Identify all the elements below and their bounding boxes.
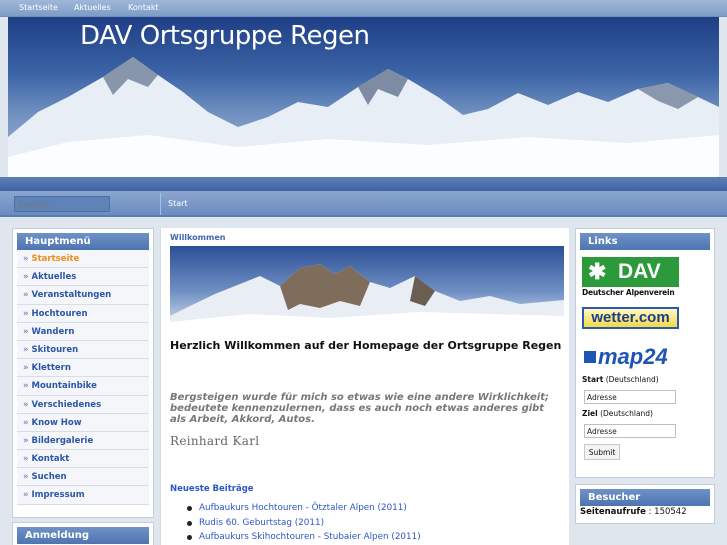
sidebar-item-startseite[interactable]: » Startseite bbox=[17, 250, 149, 269]
chevron-icon: » bbox=[23, 363, 29, 374]
quote-author: Reinhard Karl bbox=[170, 434, 260, 448]
topnav-aktuelles[interactable]: Aktuelles bbox=[74, 3, 111, 12]
header-banner: DAV Ortsgruppe Regen bbox=[8, 17, 719, 177]
sidebar-item-label: Klettern bbox=[31, 363, 71, 374]
chevron-icon: » bbox=[23, 326, 29, 337]
sidebar-item-veranstaltungen[interactable]: » Veranstaltungen bbox=[17, 286, 149, 305]
submit-button[interactable]: Submit bbox=[584, 444, 620, 460]
sidebar-item-label: Verschiedenes bbox=[31, 399, 102, 410]
dav-logo-text: DAV bbox=[618, 260, 661, 283]
chevron-icon: » bbox=[23, 254, 29, 264]
edelweiss-icon: ✱ bbox=[588, 259, 607, 284]
sidebar-item-bildergalerie[interactable]: » Bildergalerie bbox=[17, 431, 149, 451]
links-title: Links bbox=[580, 233, 710, 250]
latest-posts-list: Aufbaukurs Hochtouren - Ötztaler Alpen (… bbox=[187, 503, 421, 545]
section-label[interactable]: Willkommen bbox=[170, 233, 225, 242]
breadcrumb[interactable]: Start bbox=[168, 199, 188, 208]
sidebar-item-klettern[interactable]: » Klettern bbox=[17, 359, 149, 378]
sidebar-item-mountainbike[interactable]: » Mountainbike bbox=[17, 377, 149, 396]
sidebar-item-know-how[interactable]: » Know How bbox=[17, 413, 149, 432]
sidebar-item-label: Know How bbox=[31, 417, 82, 428]
links-panel: Links ✱ DAV Deutscher Alpenverein wetter… bbox=[575, 228, 715, 478]
sidebar-item-impressum[interactable]: » Impressum bbox=[17, 486, 149, 505]
chevron-icon: » bbox=[23, 344, 29, 355]
main-content: Willkommen Herzlich Willkommen auf der H… bbox=[160, 228, 569, 545]
map24-square-icon bbox=[584, 351, 596, 363]
sidebar-item-label: Bildergalerie bbox=[31, 435, 94, 446]
ziel-address-input[interactable] bbox=[584, 424, 676, 438]
mountain-banner-image bbox=[170, 246, 564, 322]
chevron-icon: » bbox=[23, 435, 29, 446]
start-label: Start (Deutschland) bbox=[582, 375, 659, 384]
sidebar-item-label: Wandern bbox=[31, 326, 75, 337]
map24-logo[interactable]: map24 bbox=[584, 344, 668, 370]
sidebar-item-wandern[interactable]: » Wandern bbox=[17, 322, 149, 341]
sidebar-item-label: Startseite bbox=[31, 254, 80, 264]
map24-logo-text: map24 bbox=[598, 344, 668, 369]
chevron-icon: » bbox=[23, 290, 29, 301]
sidebar-item-label: Veranstaltungen bbox=[31, 290, 112, 301]
page-title: Herzlich Willkommen auf der Homepage der… bbox=[170, 339, 562, 352]
site-title: DAV Ortsgruppe Regen bbox=[80, 21, 370, 51]
sidebar-item-skitouren[interactable]: » Skitouren bbox=[17, 340, 149, 360]
main-menu-panel: Hauptmenü » Startseite » Aktuelles » Verans… bbox=[12, 228, 154, 518]
sidebar-item-suchen[interactable]: » Suchen bbox=[17, 468, 149, 487]
login-panel: Anmeldung bbox=[12, 522, 154, 545]
list-item[interactable]: Aufbaukurs Hochtouren - Ötztaler Alpen (… bbox=[187, 503, 421, 513]
ziel-label: Ziel (Deutschland) bbox=[582, 409, 653, 418]
top-navigation: Startseite Aktuelles Kontakt bbox=[0, 0, 727, 17]
list-item[interactable]: Rudis 60. Geburtstag (2011) bbox=[187, 518, 421, 528]
sidebar-item-label: Hochtouren bbox=[31, 308, 88, 319]
sidebar-item-label: Suchen bbox=[31, 472, 67, 483]
start-address-input[interactable] bbox=[584, 390, 676, 404]
topnav-kontakt[interactable]: Kontakt bbox=[128, 3, 159, 12]
sidebar-item-label: Kontakt bbox=[31, 454, 70, 465]
login-title: Anmeldung bbox=[17, 527, 149, 544]
search-input[interactable] bbox=[14, 196, 110, 212]
chevron-icon: » bbox=[23, 472, 29, 483]
list-item[interactable]: Aufbaukurs Skihochtouren - Stubaier Alpe… bbox=[187, 532, 421, 542]
chevron-icon: » bbox=[23, 272, 29, 283]
visitor-title: Besucher bbox=[580, 489, 710, 506]
chevron-icon: » bbox=[23, 308, 29, 319]
visitor-panel: Besucher Seitenaufrufe : 150542 bbox=[575, 484, 715, 524]
sidebar-item-label: Aktuelles bbox=[31, 272, 77, 283]
chevron-icon: » bbox=[23, 399, 29, 410]
dav-logo: ✱ DAV bbox=[582, 257, 679, 287]
sidebar-item-label: Mountainbike bbox=[31, 381, 97, 392]
divider bbox=[160, 193, 161, 215]
header-divider bbox=[0, 177, 727, 191]
main-menu: » Startseite » Aktuelles » Veranstaltungen … bbox=[17, 250, 149, 505]
dav-logo-subtitle: Deutscher Alpenverein bbox=[582, 288, 675, 297]
chevron-icon: » bbox=[23, 490, 29, 501]
sidebar-item-kontakt[interactable]: » Kontakt bbox=[17, 450, 149, 469]
chevron-icon: » bbox=[23, 417, 29, 428]
sidebar-item-label: Impressum bbox=[31, 490, 85, 501]
sidebar-item-verschiedenes[interactable]: » Verschiedenes bbox=[17, 395, 149, 414]
latest-posts-title: Neueste Beiträge bbox=[170, 484, 254, 494]
chevron-icon: » bbox=[23, 454, 29, 465]
topnav-startseite[interactable]: Startseite bbox=[19, 3, 58, 12]
sidebar-item-label: Skitouren bbox=[31, 344, 79, 355]
quote-text: Bergsteigen wurde für mich so etwas wie … bbox=[170, 392, 549, 425]
chevron-icon: » bbox=[23, 381, 29, 392]
page-views-counter: Seitenaufrufe : 150542 bbox=[580, 507, 687, 517]
dav-logo-link[interactable]: ✱ DAV Deutscher Alpenverein bbox=[582, 257, 679, 301]
wetter-logo-link[interactable]: wetter.com bbox=[582, 307, 679, 329]
main-menu-title: Hauptmenü bbox=[17, 233, 149, 250]
sidebar-item-hochtouren[interactable]: » Hochtouren bbox=[17, 304, 149, 323]
sidebar-item-aktuelles[interactable]: » Aktuelles bbox=[17, 268, 149, 287]
